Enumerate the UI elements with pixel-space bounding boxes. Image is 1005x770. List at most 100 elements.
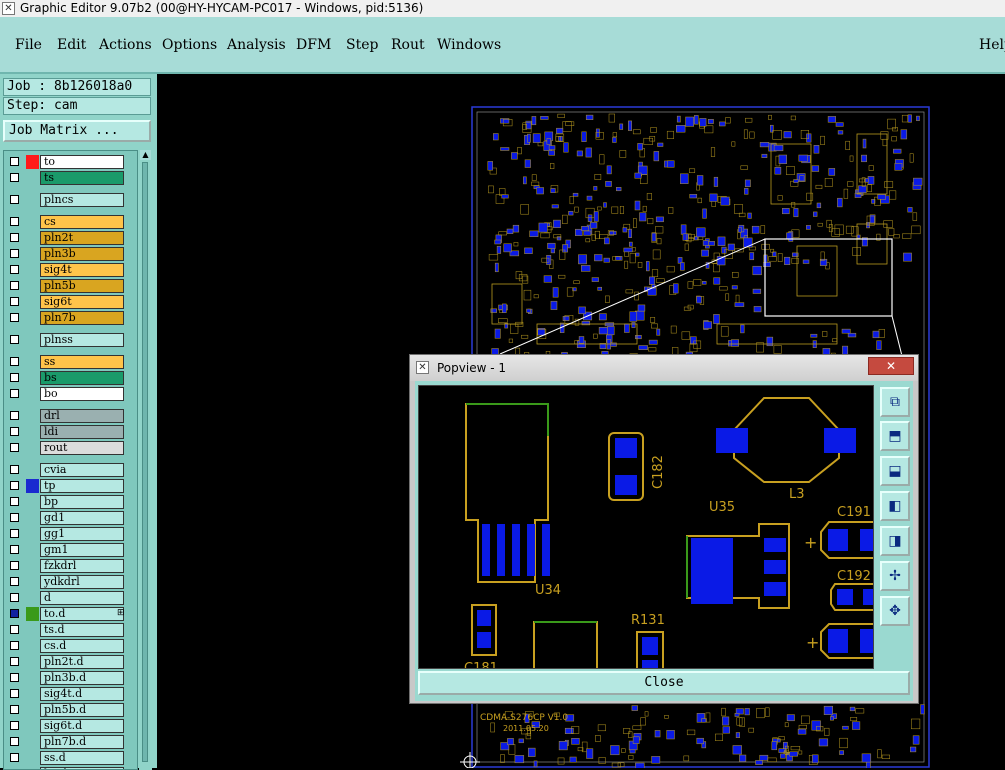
layer-name[interactable]: ss.d bbox=[40, 751, 124, 765]
layer-row-ts[interactable]: ts bbox=[4, 170, 137, 186]
pan-right-icon[interactable]: ◨ bbox=[880, 526, 910, 556]
layer-color-indicator[interactable] bbox=[26, 639, 39, 653]
zoom-area-icon[interactable]: ⧉ bbox=[880, 387, 910, 417]
layer-name[interactable]: bs bbox=[40, 371, 124, 385]
layer-color-indicator[interactable] bbox=[26, 279, 39, 293]
pan-up-icon[interactable]: ⬒ bbox=[880, 421, 910, 451]
layer-row-gd1[interactable]: gd1 bbox=[4, 510, 137, 526]
layer-color-indicator[interactable] bbox=[26, 703, 39, 717]
layer-name[interactable]: cvia bbox=[40, 463, 124, 477]
layer-checkbox[interactable] bbox=[10, 753, 19, 762]
layer-row-pln7b-d[interactable]: pln7b.d bbox=[4, 734, 137, 750]
pan-left-icon[interactable]: ◧ bbox=[880, 491, 910, 521]
layer-checkbox[interactable] bbox=[10, 313, 19, 322]
layer-name[interactable]: sig6t.d bbox=[40, 719, 124, 733]
menu-edit[interactable]: Edit bbox=[57, 37, 86, 53]
layer-checkbox[interactable] bbox=[10, 561, 19, 570]
layer-color-indicator[interactable] bbox=[26, 333, 39, 347]
menu-actions[interactable]: Actions bbox=[99, 37, 152, 53]
layer-name[interactable]: ydkdrl bbox=[40, 575, 124, 589]
layer-checkbox[interactable] bbox=[10, 513, 19, 522]
layer-name[interactable]: rout bbox=[40, 441, 124, 455]
layer-checkbox[interactable] bbox=[10, 195, 19, 204]
layer-checkbox[interactable] bbox=[10, 705, 19, 714]
layer-row-bs-d[interactable]: bs.d bbox=[4, 766, 137, 769]
menu-help[interactable]: Help bbox=[979, 37, 1005, 53]
layer-color-indicator[interactable] bbox=[26, 655, 39, 669]
layer-color-indicator[interactable] bbox=[26, 231, 39, 245]
layer-name[interactable]: cs bbox=[40, 215, 124, 229]
layer-color-indicator[interactable] bbox=[26, 371, 39, 385]
layer-row-to[interactable]: to bbox=[4, 154, 137, 170]
layer-row-cs[interactable]: cs bbox=[4, 214, 137, 230]
layer-row-pln2t[interactable]: pln2t bbox=[4, 230, 137, 246]
layer-row-plnss[interactable]: plnss bbox=[4, 332, 137, 348]
layer-checkbox[interactable] bbox=[10, 443, 19, 452]
layer-color-indicator[interactable] bbox=[26, 247, 39, 261]
menu-options[interactable]: Options bbox=[162, 37, 217, 53]
layer-row-bp[interactable]: bp bbox=[4, 494, 137, 510]
layer-checkbox[interactable] bbox=[10, 529, 19, 538]
layer-name[interactable]: gm1 bbox=[40, 543, 124, 557]
job-matrix-button[interactable]: Job Matrix ... bbox=[3, 120, 151, 142]
layer-checkbox[interactable] bbox=[10, 641, 19, 650]
layer-row-pln5b[interactable]: pln5b bbox=[4, 278, 137, 294]
layer-color-indicator[interactable] bbox=[26, 527, 39, 541]
layer-name[interactable]: plncs bbox=[40, 193, 124, 207]
layer-row-tp[interactable]: tp bbox=[4, 478, 137, 494]
layer-name[interactable]: to.d bbox=[40, 607, 124, 621]
layer-checkbox[interactable] bbox=[10, 465, 19, 474]
layer-checkbox[interactable] bbox=[10, 297, 19, 306]
layer-color-indicator[interactable] bbox=[26, 575, 39, 589]
layer-color-indicator[interactable] bbox=[26, 591, 39, 605]
layer-row-cvia[interactable]: cvia bbox=[4, 462, 137, 478]
layer-checkbox[interactable] bbox=[10, 545, 19, 554]
layer-name[interactable]: pln7b bbox=[40, 311, 124, 325]
layer-row-ldi[interactable]: ldi bbox=[4, 424, 137, 440]
layer-color-indicator[interactable] bbox=[26, 193, 39, 207]
layer-checkbox[interactable] bbox=[10, 173, 19, 182]
layer-name[interactable]: pln5b.d bbox=[40, 703, 124, 717]
layer-row-rout[interactable]: rout bbox=[4, 440, 137, 456]
layer-checkbox[interactable] bbox=[10, 689, 19, 698]
layer-color-indicator[interactable] bbox=[26, 479, 39, 493]
close-button[interactable]: Close bbox=[418, 671, 910, 695]
layer-row-sig6t-d[interactable]: sig6t.d bbox=[4, 718, 137, 734]
layer-name[interactable]: fzkdrl bbox=[40, 559, 124, 573]
layer-color-indicator[interactable] bbox=[26, 387, 39, 401]
menu-rout[interactable]: Rout bbox=[391, 37, 425, 53]
layer-name[interactable]: bp bbox=[40, 495, 124, 509]
menu-analysis[interactable]: Analysis bbox=[227, 37, 286, 53]
layer-row-sig4t-d[interactable]: sig4t.d bbox=[4, 686, 137, 702]
layer-checkbox[interactable] bbox=[10, 281, 19, 290]
layer-row-pln5b-d[interactable]: pln5b.d bbox=[4, 702, 137, 718]
layer-row-pln7b[interactable]: pln7b bbox=[4, 310, 137, 326]
layer-name[interactable]: ldi bbox=[40, 425, 124, 439]
layer-color-indicator[interactable] bbox=[26, 543, 39, 557]
layer-color-indicator[interactable] bbox=[26, 311, 39, 325]
layer-row-ts-d[interactable]: ts.d bbox=[4, 622, 137, 638]
layer-checkbox[interactable] bbox=[10, 481, 19, 490]
layer-row-cs-d[interactable]: cs.d bbox=[4, 638, 137, 654]
layer-row-fzkdrl[interactable]: fzkdrl bbox=[4, 558, 137, 574]
layer-color-indicator[interactable] bbox=[26, 751, 39, 765]
layer-color-indicator[interactable] bbox=[26, 355, 39, 369]
layer-name[interactable]: d bbox=[40, 591, 124, 605]
layer-checkbox[interactable] bbox=[10, 233, 19, 242]
layer-checkbox[interactable] bbox=[10, 657, 19, 666]
layer-checkbox[interactable] bbox=[10, 577, 19, 586]
layer-color-indicator[interactable] bbox=[26, 263, 39, 277]
layer-color-indicator[interactable] bbox=[26, 511, 39, 525]
layer-name[interactable]: sig4t.d bbox=[40, 687, 124, 701]
layer-row-ydkdrl[interactable]: ydkdrl bbox=[4, 574, 137, 590]
layer-row-pln3b[interactable]: pln3b bbox=[4, 246, 137, 262]
layer-checkbox[interactable] bbox=[10, 737, 19, 746]
layer-name[interactable]: ts.d bbox=[40, 623, 124, 637]
layer-row-to-d[interactable]: to.d ⊞ bbox=[4, 606, 137, 622]
layer-checkbox[interactable] bbox=[10, 721, 19, 730]
layer-name[interactable]: pln5b bbox=[40, 279, 124, 293]
layer-name[interactable]: pln3b.d bbox=[40, 671, 124, 685]
popview-title-bar[interactable]: ✕ Popview - 1 ✕ bbox=[410, 355, 918, 381]
layer-color-indicator[interactable] bbox=[26, 687, 39, 701]
layer-name[interactable]: gd1 bbox=[40, 511, 124, 525]
